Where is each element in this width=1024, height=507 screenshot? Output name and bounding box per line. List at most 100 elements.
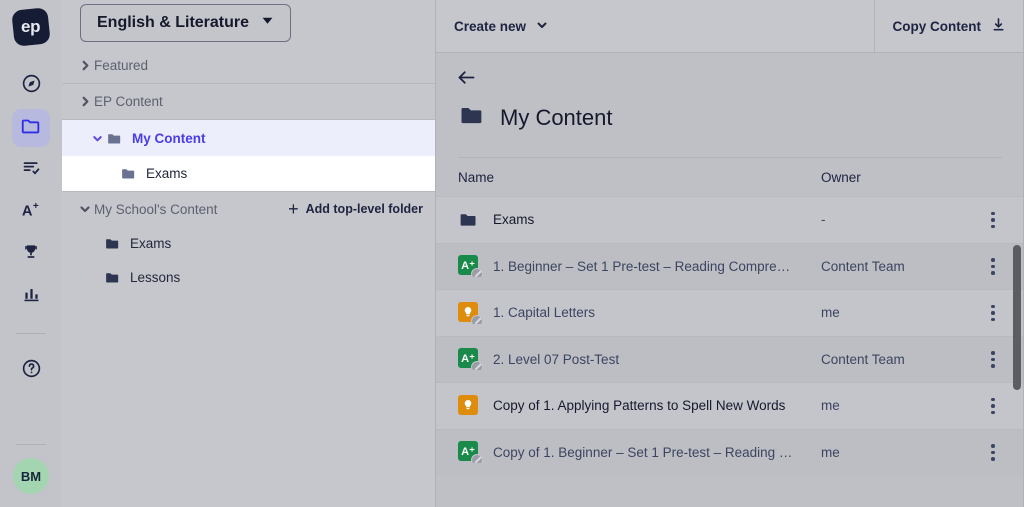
ep-logo[interactable]: ep [11, 7, 51, 47]
tree-section-school-content-label: My School's Content [94, 201, 218, 217]
row-actions-menu[interactable] [984, 258, 1002, 275]
row-name-cell[interactable]: A⁺ 2. Level 07 Post-Test [458, 348, 821, 371]
row-name-cell[interactable]: A⁺ 1. Beginner – Set 1 Pre-test – Readin… [458, 255, 821, 278]
column-header-name[interactable]: Name [458, 170, 821, 185]
tree-section-school-content[interactable]: My School's Content + Add top-level fold… [62, 192, 435, 226]
locked-overlay-icon [471, 268, 483, 278]
chevron-down-icon [261, 14, 274, 32]
row-name-label: 1. Beginner – Set 1 Pre-test – Reading C… [493, 258, 791, 274]
arrow-left-icon [456, 71, 477, 92]
tree-item-school-lessons[interactable]: Lessons [62, 260, 435, 294]
page-title-text: My Content [500, 105, 613, 130]
row-owner-label: me [821, 444, 840, 460]
rail-item-achievements[interactable] [12, 235, 50, 273]
rail-item-reports[interactable] [12, 277, 50, 315]
assessment-icon: A⁺ [458, 255, 483, 278]
app-window: ep A + BM Featured EP Content My Content… [0, 0, 1024, 507]
row-actions-menu[interactable] [984, 304, 1002, 321]
column-header-owner[interactable]: Owner [821, 170, 1002, 185]
rail-item-assignments[interactable] [12, 151, 50, 189]
content-main-panel: Create new Copy Content My Content Name … [436, 0, 1024, 507]
create-new-button[interactable]: Create new [436, 0, 566, 53]
row-name-label: Copy of 1. Applying Patterns to Spell Ne… [493, 398, 786, 414]
lesson-badge [458, 394, 478, 415]
row-owner-label: me [821, 398, 840, 414]
tree-section-featured-label: Featured [94, 58, 149, 73]
svg-text:A: A [22, 203, 33, 219]
row-name-cell[interactable]: A⁺ Copy of 1. Beginner – Set 1 Pre-test … [458, 441, 821, 464]
content-vertical-scrollbar[interactable] [1013, 245, 1021, 390]
main-toolbar: Create new Copy Content [436, 0, 1024, 53]
trophy-icon [21, 242, 41, 267]
tree-section-ep-content-label: EP Content [94, 94, 163, 109]
locked-overlay-icon [471, 454, 483, 464]
rail-item-explore[interactable] [12, 67, 50, 105]
tree-item-exams-label: Exams [146, 166, 188, 181]
table-row[interactable]: Copy of 1. Applying Patterns to Spell Ne… [436, 382, 1024, 429]
row-name-label: 2. Level 07 Post-Test [493, 351, 620, 367]
main-body: My Content Name Owner Exams - A⁺ 1. Begi… [436, 53, 1024, 475]
tree-item-my-content[interactable]: My Content [62, 120, 435, 156]
copy-content-button[interactable]: Copy Content [873, 0, 1024, 53]
row-name-label: 1. Capital Letters [493, 305, 596, 321]
page-title: My Content [436, 101, 1024, 135]
row-name-label: Copy of 1. Beginner – Set 1 Pre-test – R… [493, 444, 793, 460]
copy-content-label: Copy Content [892, 18, 982, 34]
a-plus-icon: A + [20, 199, 42, 226]
row-name-cell[interactable]: Copy of 1. Applying Patterns to Spell Ne… [458, 394, 821, 417]
chevron-down-icon [76, 203, 94, 215]
folder-icon [458, 101, 486, 135]
chevron-right-icon [76, 96, 94, 107]
table-row[interactable]: A⁺ 2. Level 07 Post-Test Content Team [436, 335, 1024, 382]
row-actions-menu[interactable] [984, 351, 1002, 368]
table-row[interactable]: 1. Capital Letters me [436, 289, 1024, 336]
row-name-label: Exams [493, 212, 535, 228]
subject-selector-label: English & Literature [97, 14, 250, 31]
compass-icon [21, 73, 42, 99]
table-row[interactable]: A⁺ Copy of 1. Beginner – Set 1 Pre-test … [436, 428, 1024, 475]
rail-divider [16, 333, 46, 334]
row-name-cell[interactable]: Exams [458, 209, 821, 231]
avatar[interactable]: BM [13, 458, 49, 494]
help-circle-icon [21, 358, 42, 384]
create-new-label: Create new [454, 18, 527, 34]
table-column-headers: Name Owner [436, 158, 1024, 196]
row-actions-menu[interactable] [984, 397, 1002, 414]
row-actions-menu[interactable] [984, 211, 1002, 228]
tree-section-featured[interactable]: Featured [62, 48, 435, 84]
folder-icon [106, 130, 123, 147]
row-actions-menu[interactable] [984, 444, 1002, 461]
bar-chart-icon [21, 283, 42, 309]
content-table: Exams - A⁺ 1. Beginner – Set 1 Pre-test … [436, 196, 1024, 475]
row-owner-label: Content Team [821, 351, 905, 367]
back-button[interactable] [436, 53, 477, 99]
rail-bottom-divider [16, 444, 46, 445]
tree-item-school-exams[interactable]: Exams [62, 226, 435, 260]
table-row[interactable]: A⁺ 1. Beginner – Set 1 Pre-test – Readin… [436, 242, 1024, 289]
tree-section-ep-content[interactable]: EP Content [62, 84, 435, 120]
rail-item-grading[interactable]: A + [12, 193, 50, 231]
rail-icon-list: A + [0, 67, 62, 390]
tree-item-exams[interactable]: Exams [62, 156, 435, 192]
folder-icon [120, 165, 137, 182]
subject-selector[interactable]: English & Literature [80, 4, 292, 42]
ep-logo-text: ep [21, 17, 41, 36]
primary-nav-rail: ep A + BM [0, 0, 62, 507]
lesson-icon [458, 394, 480, 417]
table-row[interactable]: Exams - [436, 196, 1024, 243]
svg-text:+: + [33, 201, 39, 212]
row-name-cell[interactable]: 1. Capital Letters [458, 301, 821, 324]
add-top-level-folder-button[interactable]: + Add top-level folder [288, 200, 423, 218]
assessment-icon: A⁺ [458, 441, 483, 464]
add-top-level-folder-label: Add top-level folder [305, 202, 423, 216]
assessment-icon: A⁺ [458, 348, 483, 371]
rail-item-help[interactable] [12, 352, 50, 390]
chevron-down-icon [536, 19, 548, 34]
folder-icon [458, 209, 480, 231]
row-owner-label: - [821, 212, 826, 228]
rail-item-content[interactable] [12, 109, 50, 147]
content-tree-panel: Featured EP Content My Content Exams My … [62, 0, 436, 507]
locked-overlay-icon [471, 314, 483, 324]
folder-icon [104, 269, 121, 286]
